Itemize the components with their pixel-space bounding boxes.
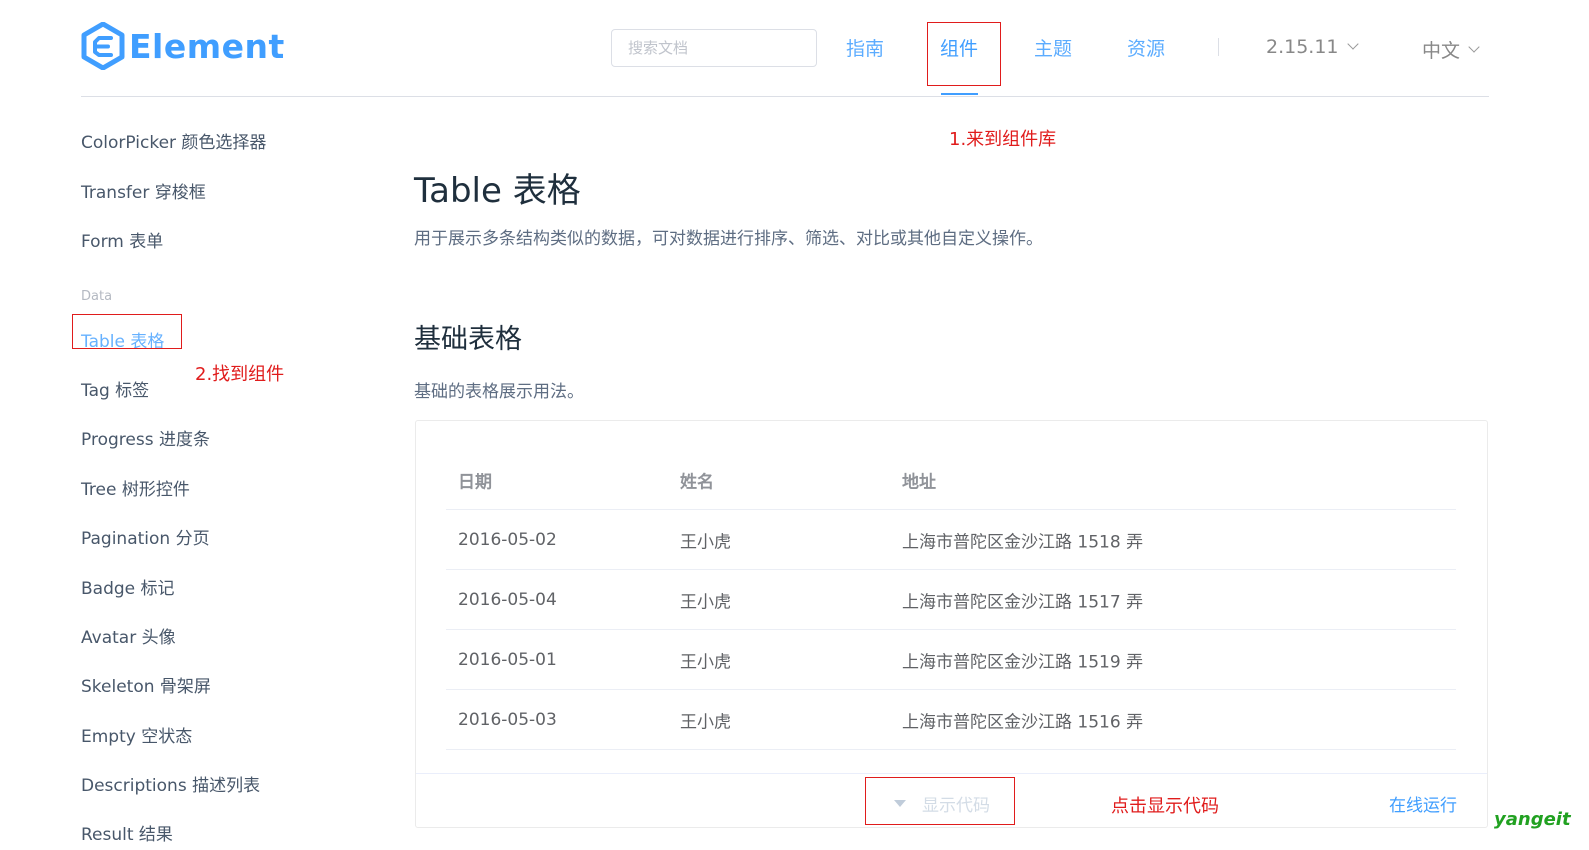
page-title: Table 表格 xyxy=(414,171,581,211)
annotation-step2: 2.找到组件 xyxy=(195,364,285,385)
annotation-step1: 1.来到组件库 xyxy=(949,129,1057,150)
run-online-link[interactable]: 在线运行 xyxy=(1389,791,1457,816)
table-cell-date: 2016-05-02 xyxy=(458,529,557,550)
annotation-box-table xyxy=(72,314,182,349)
table-body: 2016-05-02 王小虎 上海市普陀区金沙江路 1518 弄 2016-05… xyxy=(446,510,1456,750)
sidebar-item-empty[interactable]: Empty 空状态 xyxy=(81,722,192,747)
annotation-step3: 点击显示代码 xyxy=(1111,796,1219,817)
logo[interactable]: Element xyxy=(81,22,285,70)
chevron-down-icon xyxy=(1346,38,1359,50)
table-header-row: 日期 姓名 地址 xyxy=(446,451,1456,510)
table-row: 2016-05-04 王小虎 上海市普陀区金沙江路 1517 弄 xyxy=(446,570,1456,630)
page-description: 用于展示多条结构类似的数据，可对数据进行排序、筛选、对比或其他自定义操作。 xyxy=(414,229,1043,249)
language-dropdown[interactable]: 中文 xyxy=(1422,36,1480,63)
sidebar-item-pagination[interactable]: Pagination 分页 xyxy=(81,524,210,549)
top-header: Element 指南 组件 主题 资源 2.15.11 中文 xyxy=(0,0,1589,97)
version-dropdown[interactable]: 2.15.11 xyxy=(1266,36,1359,58)
sidebar-item-skeleton[interactable]: Skeleton 骨架屏 xyxy=(81,672,211,697)
demo-block: 日期 姓名 地址 2016-05-02 王小虎 上海市普陀区金沙江路 1518 … xyxy=(415,420,1488,828)
table-cell-name: 王小虎 xyxy=(680,592,731,612)
sidebar-item-colorpicker[interactable]: ColorPicker 颜色选择器 xyxy=(81,128,266,153)
sidebar-item-descriptions[interactable]: Descriptions 描述列表 xyxy=(81,771,260,796)
watermark: yangeit xyxy=(1494,809,1571,830)
sidebar-item-transfer[interactable]: Transfer 穿梭框 xyxy=(81,178,206,203)
language-label: 中文 xyxy=(1422,40,1461,62)
sidebar-item-badge[interactable]: Badge 标记 xyxy=(81,574,175,599)
element-logo-icon xyxy=(81,22,125,70)
nav-divider xyxy=(1218,38,1219,56)
chevron-down-icon xyxy=(1468,40,1480,53)
header-divider xyxy=(81,96,1489,97)
version-label: 2.15.11 xyxy=(1266,36,1339,58)
sidebar-item-form[interactable]: Form 表单 xyxy=(81,227,163,252)
table-cell-date: 2016-05-01 xyxy=(458,649,557,670)
sidebar-item-tag[interactable]: Tag 标签 xyxy=(81,376,149,401)
table-cell-address: 上海市普陀区金沙江路 1516 弄 xyxy=(902,712,1144,732)
sidebar-item-tree[interactable]: Tree 树形控件 xyxy=(81,475,190,500)
data-table: 日期 姓名 地址 2016-05-02 王小虎 上海市普陀区金沙江路 1518 … xyxy=(446,451,1456,750)
annotation-box-component-nav xyxy=(927,22,1001,86)
sidebar-item-clipped xyxy=(81,84,161,96)
sidebar-item-result[interactable]: Result 结果 xyxy=(81,820,173,845)
table-row: 2016-05-03 王小虎 上海市普陀区金沙江路 1516 弄 xyxy=(446,690,1456,750)
nav-theme[interactable]: 主题 xyxy=(1034,34,1072,61)
logo-text: Element xyxy=(129,26,285,66)
table-row: 2016-05-02 王小虎 上海市普陀区金沙江路 1518 弄 xyxy=(446,510,1456,570)
table-header-name: 姓名 xyxy=(680,472,714,493)
search-input[interactable] xyxy=(611,29,817,67)
sidebar-group-data: Data xyxy=(81,289,113,304)
table-cell-address: 上海市普陀区金沙江路 1518 弄 xyxy=(902,532,1144,552)
annotation-box-show-code xyxy=(865,777,1015,825)
table-cell-address: 上海市普陀区金沙江路 1517 弄 xyxy=(902,592,1144,612)
sidebar-item-avatar[interactable]: Avatar 头像 xyxy=(81,623,176,648)
section-description: 基础的表格展示用法。 xyxy=(414,382,584,402)
nav-guide[interactable]: 指南 xyxy=(846,34,884,61)
table-cell-name: 王小虎 xyxy=(680,652,731,672)
sidebar-item-progress[interactable]: Progress 进度条 xyxy=(81,425,210,450)
table-header-address: 地址 xyxy=(902,472,936,493)
nav-resource[interactable]: 资源 xyxy=(1127,34,1165,61)
table-cell-date: 2016-05-04 xyxy=(458,589,557,610)
table-row: 2016-05-01 王小虎 上海市普陀区金沙江路 1519 弄 xyxy=(446,630,1456,690)
nav-active-indicator xyxy=(941,93,978,95)
table-cell-address: 上海市普陀区金沙江路 1519 弄 xyxy=(902,652,1144,672)
table-cell-name: 王小虎 xyxy=(680,712,731,732)
table-cell-name: 王小虎 xyxy=(680,532,731,552)
table-cell-date: 2016-05-03 xyxy=(458,709,557,730)
table-header-date: 日期 xyxy=(458,472,492,493)
section-title: 基础表格 xyxy=(414,324,522,355)
